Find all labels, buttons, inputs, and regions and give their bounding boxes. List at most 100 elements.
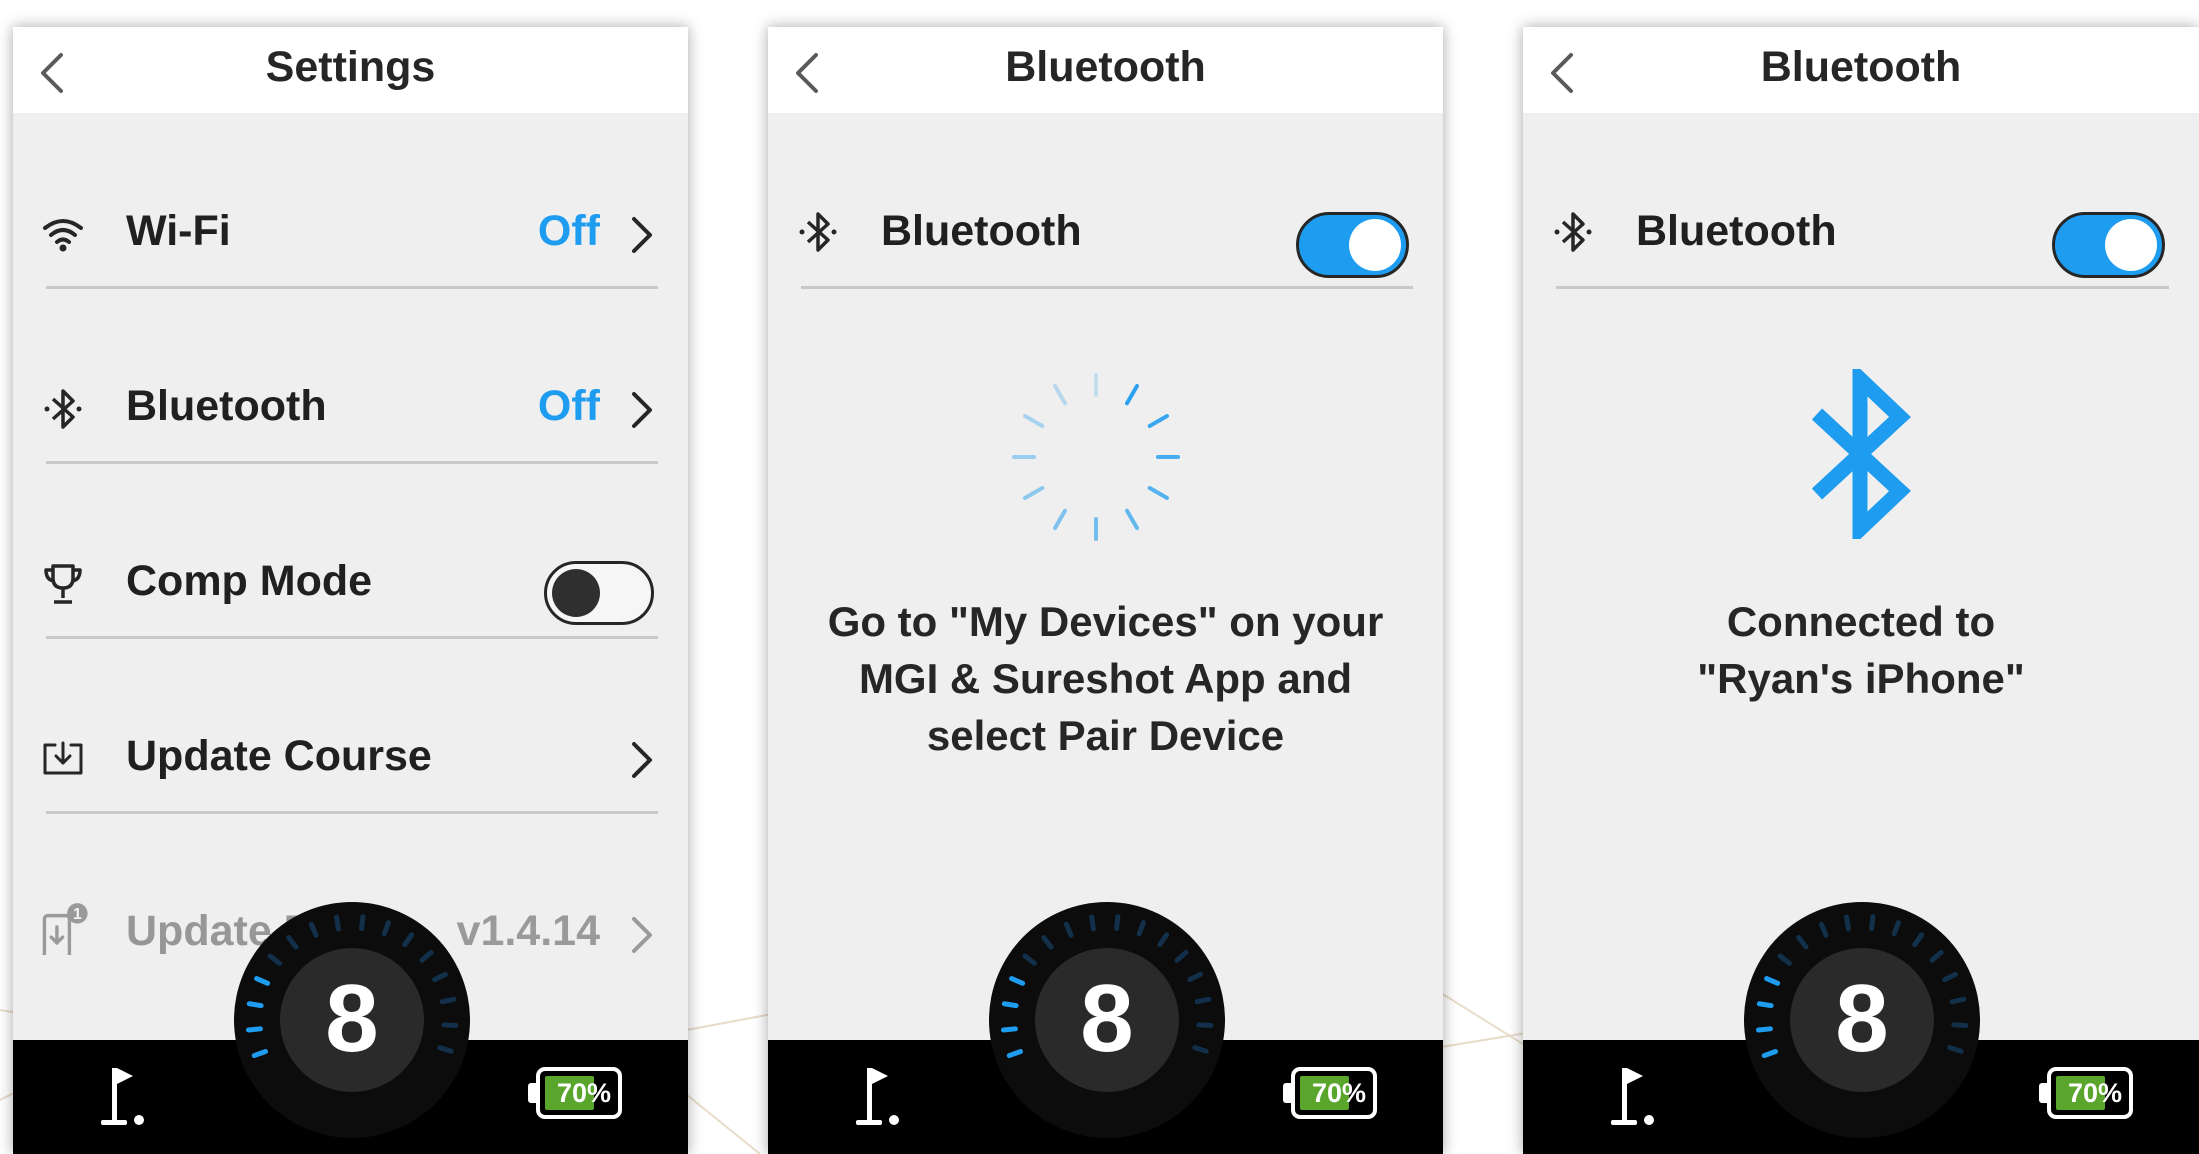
download-icon <box>43 741 83 775</box>
dial-tick <box>334 914 341 932</box>
battery-percent: 70% <box>1311 1078 1367 1108</box>
wifi-row[interactable]: Wi-Fi Off <box>13 177 688 287</box>
divider <box>801 286 1413 289</box>
spinner-segment <box>1053 508 1067 531</box>
spinner-segment <box>1125 508 1139 531</box>
dial-tick <box>359 914 366 932</box>
bluetooth-icon <box>799 212 837 252</box>
divider <box>1556 286 2169 289</box>
top-bar: Bluetooth <box>1523 27 2199 113</box>
dial-tick <box>1777 953 1793 966</box>
dial-tick <box>1755 1026 1773 1033</box>
comp-mode-row: Comp Mode <box>13 527 688 637</box>
dial-tick <box>1006 1048 1024 1059</box>
loading-spinner-icon <box>1012 373 1180 541</box>
golf-flag-icon[interactable] <box>1605 1064 1665 1130</box>
device-update-icon: 1 <box>42 903 88 955</box>
chevron-right-icon <box>632 742 652 778</box>
connection-status: Connected to "Ryan's iPhone" <box>1543 593 2179 707</box>
dial-tick <box>1000 1026 1018 1033</box>
dial-tick <box>286 934 299 950</box>
spinner-segment <box>1147 414 1170 428</box>
settings-screen: Settings Wi-Fi Off Bluetooth Off Comp Mo… <box>13 27 688 1154</box>
dial-tick <box>441 1022 459 1028</box>
bluetooth-icon <box>1554 212 1592 252</box>
dial-tick <box>432 971 448 983</box>
wifi-status: Off <box>537 207 600 255</box>
top-bar: Settings <box>13 27 688 113</box>
spinner-segment <box>1147 486 1170 500</box>
message-line: Go to "My Devices" on your <box>827 598 1384 645</box>
chevron-right-icon <box>632 392 652 428</box>
toggle-knob <box>552 569 600 617</box>
divider <box>46 461 658 464</box>
divider <box>46 811 658 814</box>
bluetooth-connected-screen: Bluetooth Bluetooth Connected to "Ryan's… <box>1523 27 2199 1154</box>
distance-dial[interactable]: 8 <box>234 902 470 1138</box>
page-title: Settings <box>265 43 436 91</box>
distance-dial[interactable]: 8 <box>1744 902 1980 1138</box>
dial-tick <box>1089 914 1096 932</box>
dial-tick <box>1764 976 1781 986</box>
dial-tick <box>1194 996 1212 1005</box>
dial-number: 8 <box>1080 965 1134 1072</box>
pairing-instructions: Go to "My Devices" on your MGI & Suresho… <box>788 593 1423 764</box>
bluetooth-connected-icon <box>1811 369 1911 539</box>
dial-tick <box>1114 914 1121 932</box>
spinner-segment <box>1022 486 1045 500</box>
dial-tick <box>1912 932 1925 948</box>
dial-tick <box>381 920 391 937</box>
update-course-row[interactable]: Update Course <box>13 702 688 812</box>
golf-flag-icon[interactable] <box>850 1064 910 1130</box>
page-title: Bluetooth <box>1005 43 1206 91</box>
dial-tick <box>1951 1022 1969 1028</box>
dial-tick <box>1761 1048 1779 1059</box>
dial-tick <box>1187 971 1203 983</box>
bluetooth-status: Off <box>537 382 600 430</box>
page-title: Bluetooth <box>1760 43 1962 91</box>
bluetooth-toggle[interactable] <box>2052 212 2165 278</box>
divider <box>46 636 658 639</box>
dial-tick <box>308 921 319 938</box>
toggle-knob <box>2105 219 2157 271</box>
golf-flag-icon[interactable] <box>95 1064 155 1130</box>
battery-indicator: 70% <box>1283 1067 1385 1123</box>
dial-tick <box>402 932 415 948</box>
bluetooth-pairing-screen: Bluetooth Bluetooth Go to "My Devices" o… <box>768 27 1443 1154</box>
bluetooth-row[interactable]: Bluetooth Off <box>13 352 688 462</box>
top-bar: Bluetooth <box>768 27 1443 113</box>
dial-tick <box>1001 1001 1019 1009</box>
dial-tick <box>437 1045 454 1054</box>
dial-tick <box>1022 953 1038 966</box>
chevron-right-icon <box>632 217 652 253</box>
update-badge: 1 <box>73 906 82 923</box>
dial-tick <box>1041 934 1054 950</box>
trophy-icon <box>44 564 82 604</box>
message-line: Connected to <box>1726 598 1996 645</box>
dial-tick <box>1942 971 1958 983</box>
wifi-label: Wi-Fi <box>126 207 231 255</box>
distance-dial[interactable]: 8 <box>989 902 1225 1138</box>
spinner-segment <box>1053 383 1067 406</box>
comp-mode-toggle[interactable] <box>544 561 654 625</box>
spinner-segment <box>1022 414 1045 428</box>
spinner-segment <box>1125 383 1139 406</box>
dial-tick <box>1844 914 1851 932</box>
dial-number: 8 <box>1835 965 1889 1072</box>
bluetooth-toggle[interactable] <box>1296 212 1409 278</box>
dial-tick <box>1869 914 1876 932</box>
dial-tick <box>1009 976 1026 986</box>
dial-tick <box>1196 1022 1214 1028</box>
dial-tick <box>1929 949 1944 963</box>
dial-tick <box>1796 934 1809 950</box>
update-course-label: Update Course <box>126 732 432 780</box>
dial-tick <box>1891 920 1901 937</box>
bluetooth-label: Bluetooth <box>126 382 327 430</box>
dial-tick <box>245 1026 263 1033</box>
dial-tick <box>1063 921 1074 938</box>
dial-tick <box>1949 996 1967 1005</box>
dial-tick <box>1818 921 1829 938</box>
battery-percent: 70% <box>2067 1078 2123 1108</box>
bluetooth-label: Bluetooth <box>1636 207 1837 255</box>
dial-number: 8 <box>325 965 379 1072</box>
